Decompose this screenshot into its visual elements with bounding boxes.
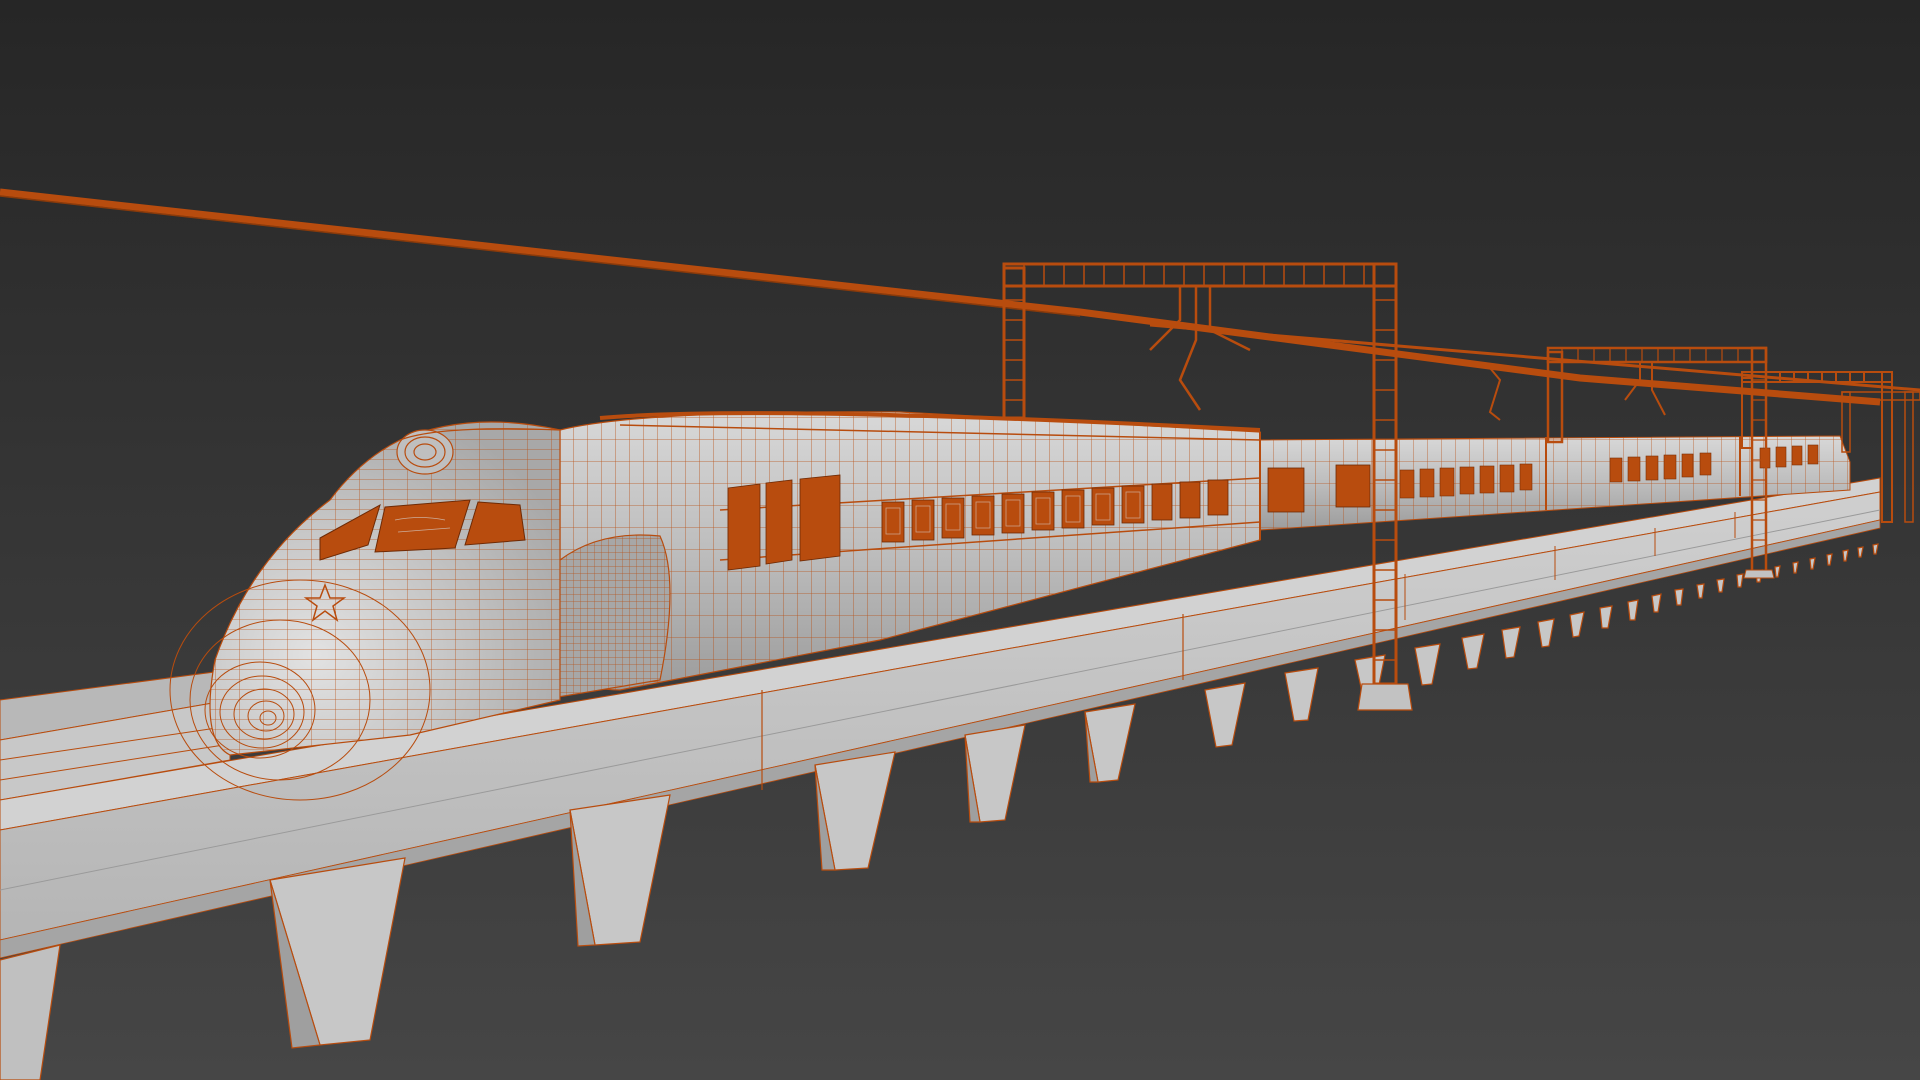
3d-viewport[interactable]: [0, 0, 1920, 1080]
viaduct-near-pier: [0, 944, 61, 1080]
catenary-wire: [0, 188, 1920, 406]
scene-render: [0, 188, 1920, 1080]
